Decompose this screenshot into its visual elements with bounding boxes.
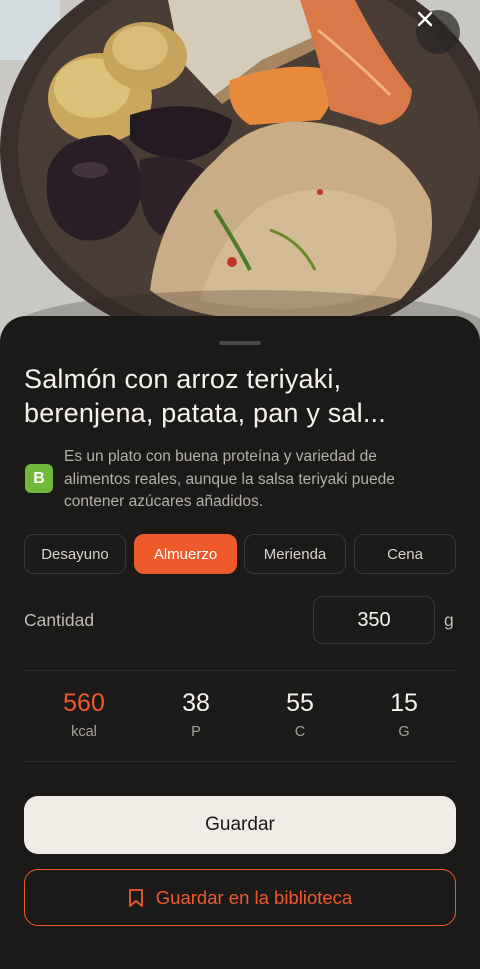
divider-bottom bbox=[24, 761, 456, 762]
food-photo bbox=[0, 0, 480, 360]
macro-kcal: 560 kcal bbox=[24, 688, 144, 742]
food-description: Es un plato con buena proteína y varieda… bbox=[64, 448, 395, 510]
macro-kcal-value: 560 bbox=[63, 689, 105, 717]
meal-chip-desayuno[interactable]: Desayuno bbox=[24, 534, 126, 574]
meal-chip-almuerzo[interactable]: Almuerzo bbox=[134, 534, 237, 574]
macro-fat: 15 G bbox=[344, 688, 464, 742]
sheet-drag-handle[interactable] bbox=[219, 341, 261, 345]
food-title: Salmón con arroz teriyaki, berenjena, pa… bbox=[24, 364, 386, 428]
quantity-input[interactable] bbox=[313, 596, 435, 644]
macro-carbs: 55 C bbox=[240, 688, 360, 742]
macro-protein-value: 38 bbox=[182, 689, 210, 717]
macro-fat-label: G bbox=[398, 724, 410, 740]
save-to-library-label: Guardar en la biblioteca bbox=[155, 886, 353, 908]
macro-protein: 38 P bbox=[136, 688, 256, 742]
nutrition-grade-badge: B bbox=[25, 464, 53, 493]
macro-protein-label: P bbox=[191, 724, 201, 740]
macro-fat-value: 15 bbox=[390, 689, 418, 717]
macros-summary: 560 kcal 38 P 55 C 15 G bbox=[24, 688, 456, 748]
food-detail-sheet: Salmón con arroz teriyaki, berenjena, pa… bbox=[0, 316, 480, 969]
macro-kcal-label: kcal bbox=[71, 724, 97, 740]
quantity-label: Cantidad bbox=[24, 610, 95, 630]
save-to-library-button[interactable]: Guardar en la biblioteca bbox=[24, 869, 456, 926]
save-button[interactable]: Guardar bbox=[24, 796, 456, 854]
divider-top bbox=[24, 670, 456, 671]
macro-carbs-value: 55 bbox=[286, 689, 314, 717]
meal-selector: Desayuno Almuerzo Merienda Cena bbox=[24, 534, 456, 574]
macro-carbs-label: C bbox=[294, 724, 306, 740]
bookmark-icon bbox=[128, 888, 143, 907]
close-button[interactable] bbox=[416, 10, 460, 54]
meal-chip-cena[interactable]: Cena bbox=[354, 534, 456, 574]
meal-chip-merienda[interactable]: Merienda bbox=[244, 534, 346, 574]
food-photo-illustration bbox=[0, 0, 480, 360]
close-icon bbox=[417, 11, 433, 27]
quantity-unit: g bbox=[444, 610, 454, 630]
